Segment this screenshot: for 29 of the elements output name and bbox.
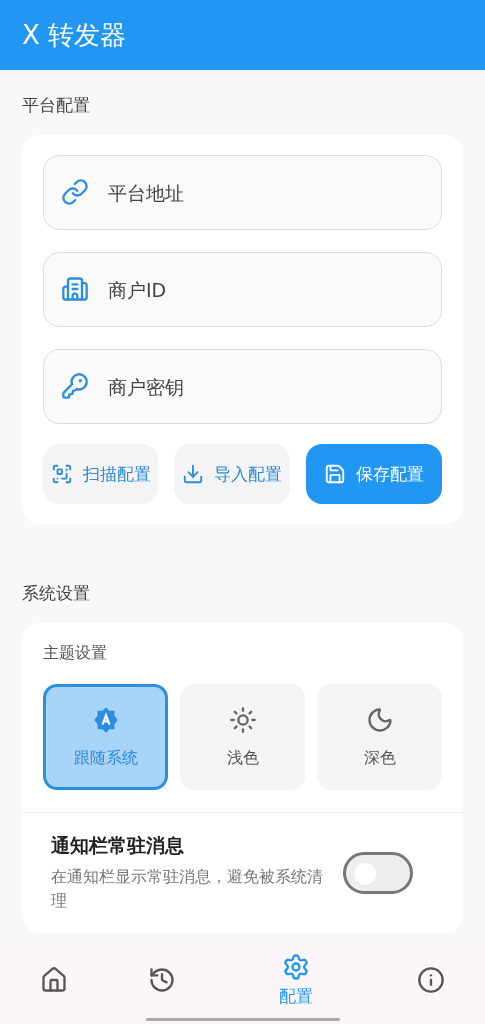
app-title: X 转发器 — [22, 18, 127, 52]
link-icon — [61, 178, 89, 206]
info-icon — [417, 966, 446, 994]
key-icon — [61, 372, 89, 400]
qr-scan-icon — [50, 463, 73, 485]
save-button[interactable]: 保存配置 — [305, 444, 442, 504]
history-icon — [147, 966, 176, 994]
theme-option[interactable]: 深色 — [317, 684, 442, 790]
import-button[interactable]: 导入配置 — [174, 444, 290, 504]
section-title: 平台配置 — [22, 94, 91, 117]
download-icon — [182, 463, 205, 485]
subsection-title: 主题设置 — [43, 643, 108, 664]
nav-item[interactable]: 配置 — [215, 944, 378, 1016]
toggle-switch[interactable] — [343, 852, 413, 894]
input-field[interactable]: 商户密钥 — [43, 349, 442, 424]
scan-button[interactable]: 扫描配置 — [43, 444, 159, 504]
sun-icon — [228, 705, 257, 734]
theme-option[interactable]: 跟随系统 — [43, 684, 168, 790]
settings-icon — [282, 952, 311, 981]
setting-title: 通知栏常驻消息 — [51, 833, 185, 858]
section-title: 系统设置 — [22, 582, 91, 605]
input-field[interactable]: 平台地址 — [43, 155, 442, 230]
home-icon — [39, 966, 68, 994]
save-icon — [323, 463, 346, 485]
input-field[interactable]: 商户ID — [43, 252, 442, 327]
theme-option[interactable]: 浅色 — [180, 684, 305, 790]
building-icon — [61, 275, 89, 303]
setting-description: 在通知栏显示常驻消息，避免被系统清理 — [51, 866, 323, 912]
moon-icon — [365, 705, 394, 734]
